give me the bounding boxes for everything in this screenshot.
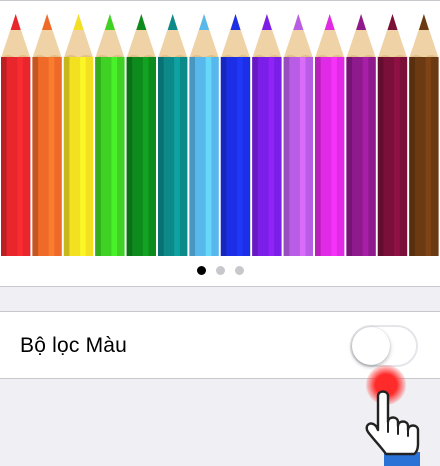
pencil [283, 14, 313, 256]
pencil [63, 14, 94, 256]
page-dot[interactable] [234, 265, 244, 275]
color-filter-label: Bộ lọc Màu [20, 334, 128, 357]
page-dot[interactable] [196, 265, 206, 275]
pencil [189, 14, 219, 256]
pencil [315, 14, 345, 256]
color-preview-card [0, 0, 440, 286]
pencil [95, 14, 125, 256]
pencil [252, 14, 282, 256]
toggle-knob[interactable] [352, 327, 390, 365]
pointing-hand-icon [365, 390, 420, 466]
pencil [158, 14, 188, 256]
pencil [1, 14, 31, 256]
pencil [220, 14, 251, 256]
page-dot[interactable] [215, 265, 225, 275]
pencil [126, 14, 156, 256]
colored-pencils-image [1, 14, 439, 256]
pencil [377, 14, 408, 256]
color-filter-toggle[interactable] [350, 325, 418, 367]
pencil [32, 14, 62, 256]
page-indicator[interactable] [0, 262, 440, 278]
pencil [346, 14, 376, 256]
section-gap [0, 287, 440, 311]
pencil [409, 14, 439, 256]
